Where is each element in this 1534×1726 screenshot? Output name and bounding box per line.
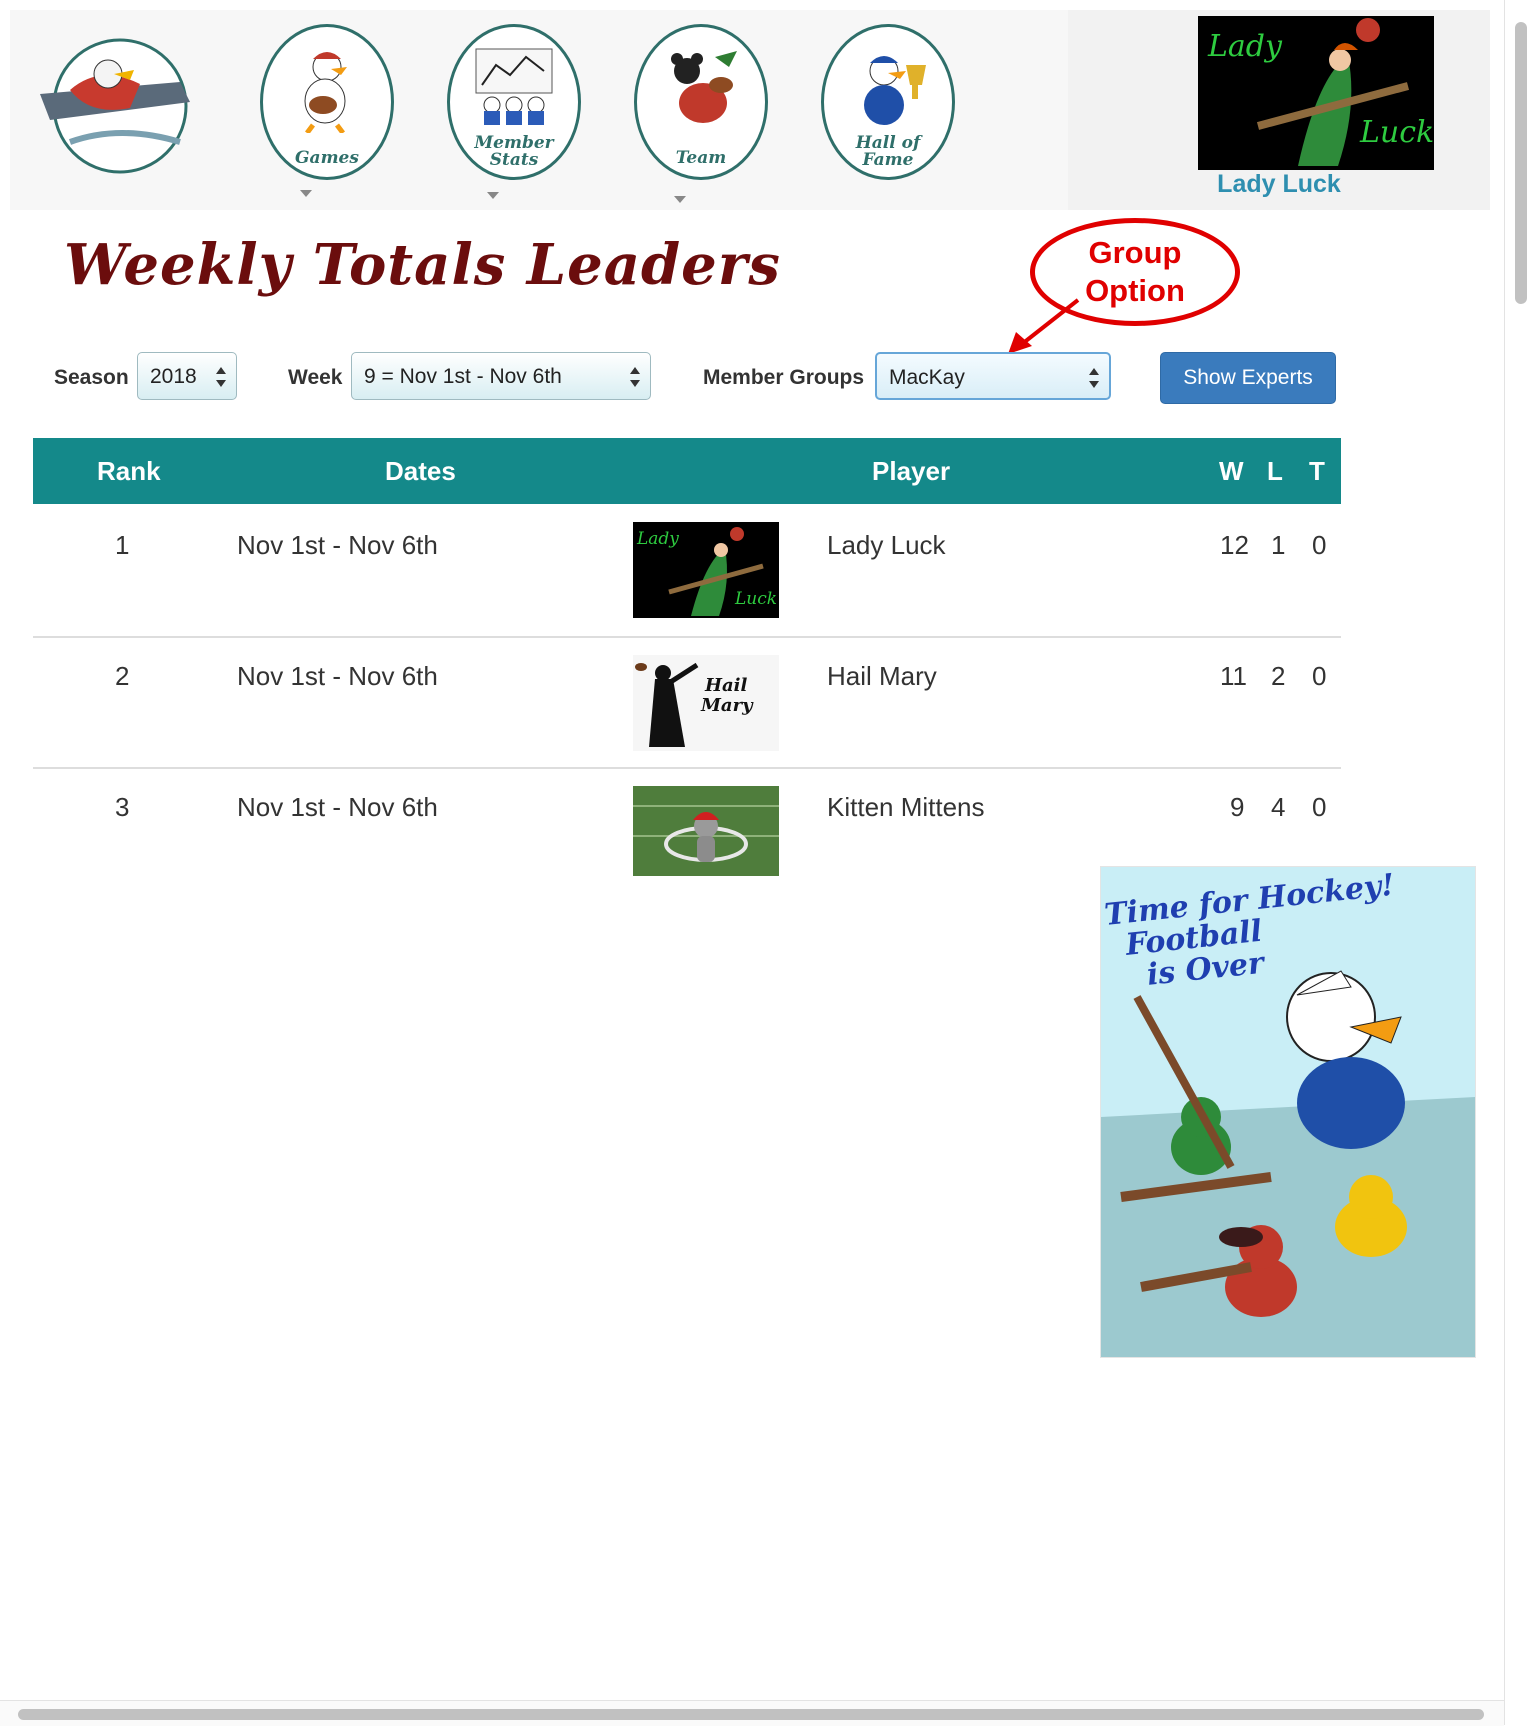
top-navigation: Games Member Stats Team Hall of Fame Lad… [10, 10, 1490, 210]
member-stats-caption: Member Stats [450, 135, 578, 169]
season-select[interactable]: 2018 [137, 352, 237, 400]
member-stats-badge[interactable]: Member Stats [447, 24, 581, 180]
avatar-text-1: Hail [704, 675, 748, 696]
row-player[interactable]: Kitten Mittens [827, 792, 985, 823]
week-label: Week [288, 366, 343, 389]
member-groups-label: Member Groups [703, 366, 865, 389]
table-header: Rank Dates Player W L T [33, 438, 1341, 504]
plane-logo-icon [40, 38, 190, 174]
row-losses: 1 [1271, 530, 1286, 560]
callout-arrow-icon [1008, 298, 1080, 354]
season-select-arrows-icon [216, 367, 226, 387]
callout-line2: Option [1085, 273, 1185, 308]
callout-line1: Group [1088, 235, 1182, 270]
row-player[interactable]: Lady Luck [827, 530, 946, 561]
table-row: 2 Nov 1st - Nov 6th Hail Mary Hail Mary … [33, 637, 1341, 769]
team-mascots-icon [671, 51, 737, 123]
nav-hall-of-fame[interactable]: Hall of Fame [821, 24, 955, 180]
lady-luck-art-icon: Lady Luck [1198, 16, 1434, 170]
row-ties: 0 [1312, 661, 1327, 691]
team-badge[interactable]: Team [634, 24, 768, 180]
row-rank: 1 [115, 530, 130, 560]
avatar-text-2: Luck [734, 589, 777, 609]
header-l[interactable]: L [1267, 456, 1283, 487]
header-rank[interactable]: Rank [97, 456, 161, 487]
ducks-playing-hockey-icon [1101, 970, 1475, 1357]
row-dates: Nov 1st - Nov 6th [237, 792, 438, 822]
nav-team[interactable]: Team [634, 24, 768, 203]
row-dates: Nov 1st - Nov 6th [237, 661, 438, 691]
page-title: Weekly Totals Leaders [64, 232, 781, 298]
duck-football-icon [304, 52, 347, 133]
row-wins: 9 [1230, 792, 1245, 822]
vertical-scrollbar[interactable] [1504, 0, 1534, 1725]
member-groups-select[interactable]: MacKay [875, 352, 1111, 400]
week-select[interactable]: 9 = Nov 1st - Nov 6th [351, 352, 651, 400]
profile-avatar[interactable]: Lady Luck [1198, 16, 1434, 170]
row-ties: 0 [1312, 530, 1327, 560]
profile-art-text-1: Lady [1207, 29, 1283, 64]
header-dates[interactable]: Dates [385, 456, 456, 487]
member-groups-select-value: MacKay [889, 366, 965, 389]
header-player[interactable]: Player [872, 456, 950, 487]
vertical-scrollbar-thumb[interactable] [1515, 22, 1527, 304]
member-stats-dropdown-caret-icon[interactable] [487, 192, 499, 199]
lady-luck-avatar-icon: Lady Luck [633, 522, 779, 618]
season-label: Season [54, 366, 129, 389]
profile-art-text-2: Luck [1359, 115, 1434, 150]
games-dropdown-caret-icon[interactable] [300, 190, 312, 197]
row-player[interactable]: Hail Mary [827, 661, 937, 692]
row-rank: 2 [115, 661, 130, 691]
table-row: 1 Nov 1st - Nov 6th Lady Luck Lady Luck … [33, 506, 1341, 638]
horizontal-scrollbar-thumb[interactable] [18, 1709, 1484, 1720]
hockey-promo-image: Time for Hockey! Football is Over [1100, 866, 1476, 1358]
row-losses: 2 [1271, 661, 1286, 691]
horizontal-scrollbar[interactable] [0, 1700, 1504, 1726]
hall-of-fame-caption-line2: Fame [862, 150, 914, 170]
hail-mary-avatar-icon: Hail Mary [633, 655, 779, 751]
games-badge[interactable]: Games [260, 24, 394, 180]
kitten-football-field-icon [633, 786, 779, 876]
nephews-chart-icon [475, 48, 553, 125]
row-losses: 4 [1271, 792, 1286, 822]
lady-luck-avatar[interactable]: Lady Luck [633, 522, 779, 618]
games-caption: Games [295, 148, 359, 168]
week-select-value: 9 = Nov 1st - Nov 6th [364, 365, 562, 388]
header-w[interactable]: W [1219, 456, 1244, 487]
nav-games[interactable]: Games [260, 24, 394, 197]
team-caption: Team [675, 148, 727, 168]
hall-of-fame-badge[interactable]: Hall of Fame [821, 24, 955, 180]
row-wins: 11 [1220, 661, 1247, 691]
season-select-value: 2018 [150, 365, 197, 388]
home-logo-link[interactable] [30, 24, 200, 174]
team-dropdown-caret-icon[interactable] [674, 196, 686, 203]
row-ties: 0 [1312, 792, 1327, 822]
nav-member-stats[interactable]: Member Stats [447, 24, 581, 199]
avatar-text-2: Mary [700, 695, 754, 716]
row-rank: 3 [115, 792, 130, 822]
member-groups-select-arrows-icon [1089, 368, 1099, 388]
duck-trophy-icon [864, 56, 926, 125]
row-dates: Nov 1st - Nov 6th [237, 530, 438, 560]
kitten-mittens-avatar[interactable] [633, 786, 779, 876]
row-wins: 12 [1220, 530, 1249, 560]
hall-of-fame-caption: Hall of Fame [824, 135, 952, 169]
header-t[interactable]: T [1309, 456, 1325, 487]
profile-name[interactable]: Lady Luck [1068, 170, 1490, 199]
show-experts-button[interactable]: Show Experts [1160, 352, 1336, 404]
user-profile[interactable]: Lady Luck Lady Luck [1068, 10, 1490, 210]
hail-mary-avatar[interactable]: Hail Mary [633, 655, 779, 751]
week-select-arrows-icon [630, 367, 640, 387]
avatar-text-1: Lady [636, 529, 679, 549]
member-stats-caption-line2: Stats [489, 150, 539, 170]
